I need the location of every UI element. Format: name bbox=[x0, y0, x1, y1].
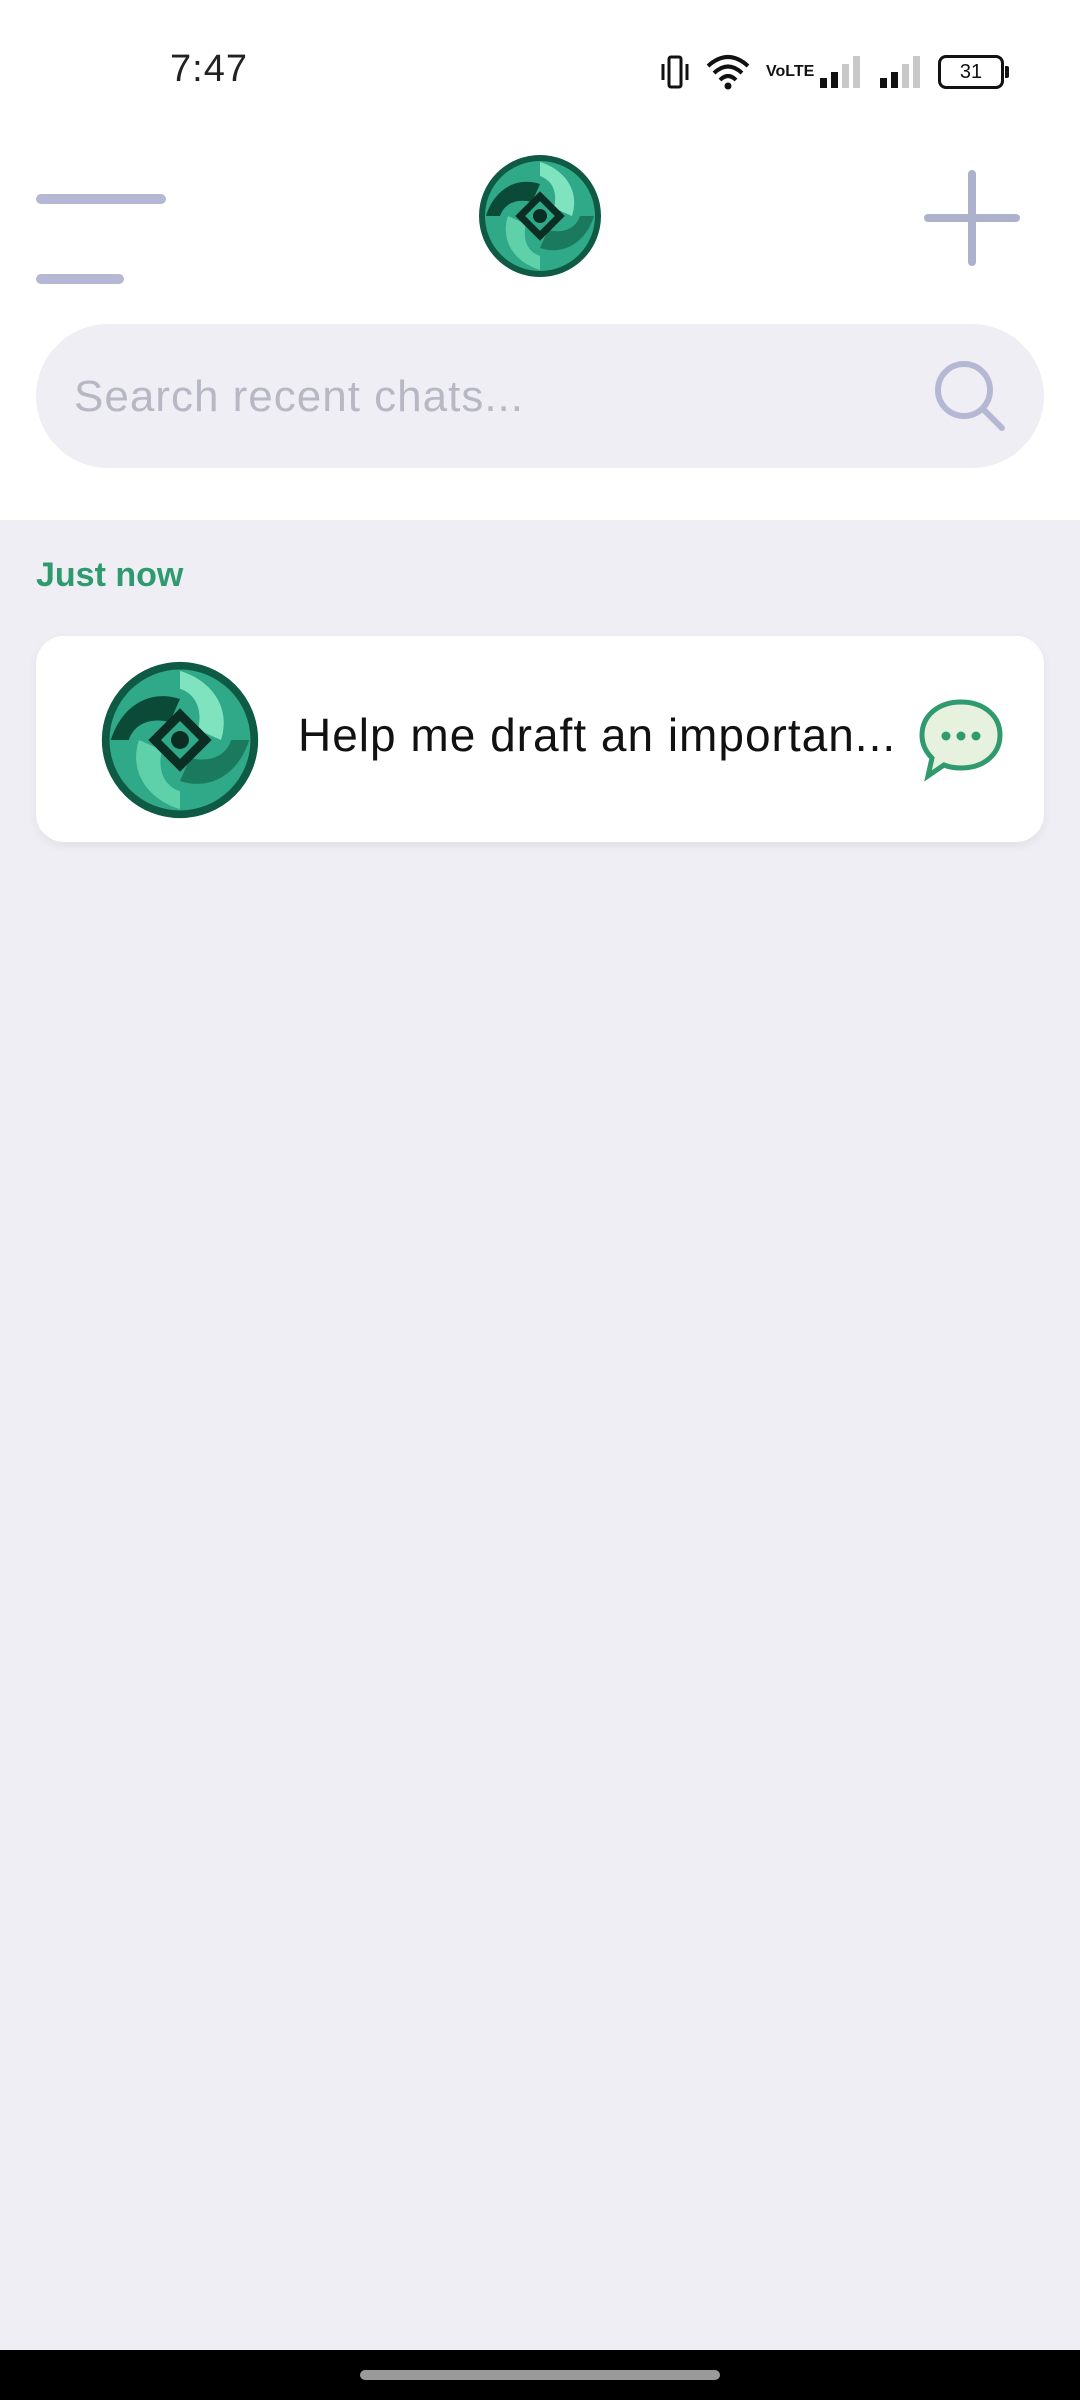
search-icon[interactable] bbox=[932, 358, 1008, 434]
search-input[interactable] bbox=[72, 324, 936, 470]
status-icons: VoLTE 31 bbox=[660, 50, 1009, 94]
volte-indicator: VoLTE bbox=[766, 63, 815, 80]
chat-bubble-icon bbox=[918, 696, 1004, 782]
chat-list-item[interactable]: Help me draft an importan... bbox=[36, 636, 1044, 842]
vibrate-icon bbox=[660, 54, 690, 90]
battery-level: 31 bbox=[959, 60, 983, 83]
new-chat-plus-icon[interactable] bbox=[924, 170, 1020, 266]
search-bar[interactable] bbox=[36, 324, 1044, 470]
status-bar: 7:47 VoLTE 31 bbox=[0, 0, 1080, 140]
hamburger-menu-icon[interactable] bbox=[36, 190, 166, 284]
header bbox=[0, 140, 1080, 520]
status-time: 7:47 bbox=[170, 48, 248, 90]
navigation-bar bbox=[0, 2350, 1080, 2400]
section-label-just-now: Just now bbox=[36, 556, 184, 594]
chat-avatar-logo bbox=[98, 658, 262, 822]
wifi-icon bbox=[706, 54, 750, 90]
battery-icon: 31 bbox=[938, 55, 1009, 89]
signal-icon-1 bbox=[818, 54, 862, 90]
app-logo bbox=[476, 152, 604, 280]
home-gesture-handle[interactable] bbox=[360, 2370, 720, 2380]
chat-title: Help me draft an importan... bbox=[298, 709, 897, 761]
signal-icon-2 bbox=[878, 54, 922, 90]
